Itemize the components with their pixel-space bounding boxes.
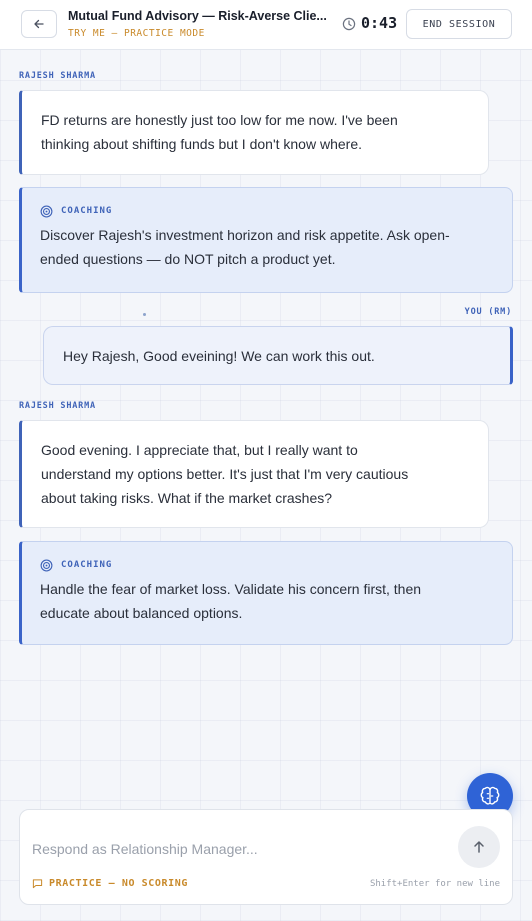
coaching-line: Handle the fear of market loss. Validate… <box>40 581 422 597</box>
arrow-up-icon <box>474 841 484 853</box>
message-line: Hey Rajesh, Good eveining! We can work t… <box>63 348 375 364</box>
speaker-label-rm: YOU (RM) <box>464 307 512 317</box>
message-line: understand my options better. It's just … <box>41 466 409 482</box>
arrow-left-icon <box>34 19 44 29</box>
speaker-label: RAJESH SHARMA <box>19 71 96 81</box>
practice-label: PRACTICE — NO SCORING <box>49 878 189 889</box>
mode-subtitle: TRY ME — PRACTICE MODE <box>68 28 205 39</box>
client-message: FD returns are honestly just too low for… <box>19 90 489 175</box>
end-session-button[interactable]: END SESSION <box>406 9 512 39</box>
back-button[interactable] <box>21 10 57 38</box>
target-icon <box>40 559 53 571</box>
session-title: Mutual Fund Advisory — Risk-Averse Clie.… <box>68 9 327 23</box>
coaching-label: COACHING <box>61 206 113 216</box>
coaching-line: Discover Rajesh's investment horizon and… <box>40 227 450 243</box>
composer: PRACTICE — NO SCORING Shift+Enter for ne… <box>19 809 513 905</box>
rm-message: Hey Rajesh, Good eveining! We can work t… <box>43 326 513 385</box>
coaching-line: ended questions — do NOT pitch a product… <box>40 251 336 267</box>
clock-icon <box>342 17 356 31</box>
keyboard-hint: Shift+Enter for new line <box>369 879 500 889</box>
message-square-icon <box>32 879 43 889</box>
message-line: FD returns are honestly just too low for… <box>41 112 398 128</box>
target-icon <box>40 205 53 217</box>
message-line: about taking risks. What if the market c… <box>41 490 333 506</box>
practice-tag: PRACTICE — NO SCORING <box>32 878 188 889</box>
coaching-line: educate about balanced options. <box>40 605 243 621</box>
session-timer: 0:43 <box>361 14 398 32</box>
session-header: Mutual Fund Advisory — Risk-Averse Clie.… <box>0 0 532 50</box>
speaker-label: RAJESH SHARMA <box>19 401 96 411</box>
coaching-label: COACHING <box>61 560 113 570</box>
brain-icon <box>480 786 500 805</box>
client-message: Good evening. I appreciate that, but I r… <box>19 420 489 528</box>
coaching-card: COACHING Discover Rajesh's investment ho… <box>19 187 513 293</box>
coaching-card: COACHING Handle the fear of market loss.… <box>19 541 513 645</box>
response-input[interactable] <box>32 834 452 864</box>
send-button[interactable] <box>458 826 500 868</box>
message-line: thinking about shifting funds but I don'… <box>41 136 362 152</box>
message-line: Good evening. I appreciate that, but I r… <box>41 442 358 458</box>
decorative-dot <box>143 313 146 316</box>
